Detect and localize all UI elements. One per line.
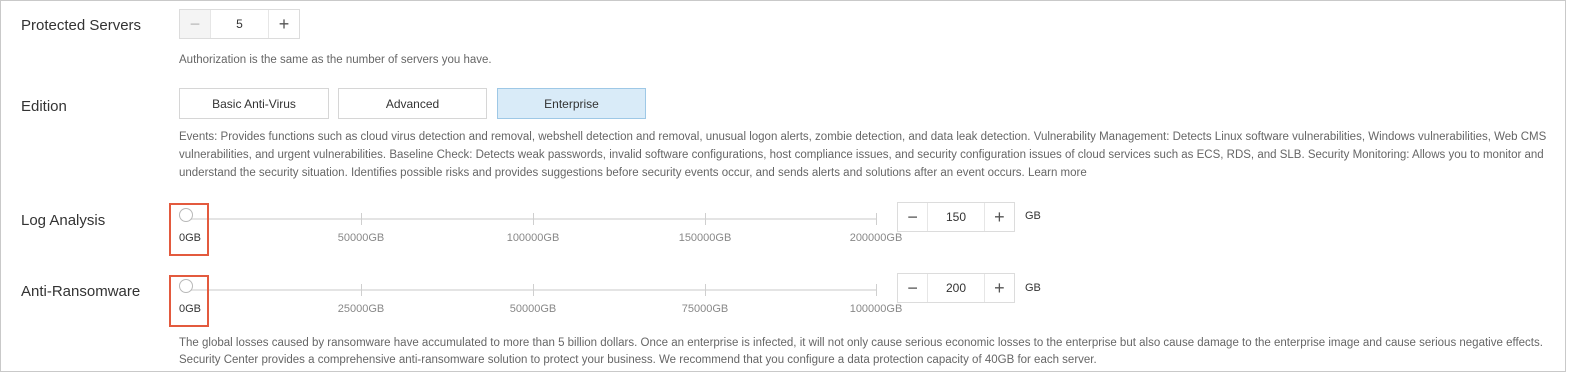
- log-analysis-unit: GB: [1025, 210, 1041, 222]
- anti-ransomware-label: Anti-Ransomware: [21, 283, 141, 300]
- log-analysis-input[interactable]: 150: [927, 203, 985, 231]
- slider-tick: [876, 284, 877, 296]
- tick-label: 50000GB: [337, 232, 385, 244]
- log-analysis-slider[interactable]: 0GB 50000GB 100000GB 150000GB 200000GB: [179, 204, 902, 250]
- decrement-button[interactable]: −: [180, 10, 210, 38]
- anti-ransomware-help-line-1: The global losses caused by ransomware h…: [179, 337, 1543, 349]
- decrement-button[interactable]: −: [898, 203, 927, 231]
- edition-help-line-2: vulnerabilities, and urgent vulnerabilit…: [179, 149, 1544, 161]
- tick-label: 100000GB: [506, 232, 560, 244]
- tick-label: 50000GB: [509, 303, 557, 315]
- slider-tick: [361, 284, 362, 296]
- increment-button[interactable]: +: [269, 10, 299, 38]
- decrement-button[interactable]: −: [898, 274, 927, 302]
- edition-label: Edition: [21, 98, 67, 115]
- edition-option-basic-anti-virus[interactable]: Basic Anti-Virus: [179, 88, 329, 119]
- protected-servers-input[interactable]: 5: [210, 10, 269, 38]
- tick-label: 150000GB: [678, 232, 732, 244]
- edition-help-line-1: Events: Provides functions such as cloud…: [179, 131, 1547, 143]
- slider-tick: [533, 213, 534, 225]
- edition-help-text: understand the security situation. Ident…: [179, 167, 1025, 179]
- anti-ransomware-input[interactable]: 200: [927, 274, 985, 302]
- protected-servers-help: Authorization is the same as the number …: [179, 54, 492, 66]
- purchase-config-panel: Protected Servers − 5 + Authorization is…: [0, 0, 1566, 372]
- increment-button[interactable]: +: [985, 274, 1014, 302]
- slider-tick: [705, 284, 706, 296]
- anti-ransomware-unit: GB: [1025, 282, 1041, 294]
- protected-servers-label: Protected Servers: [21, 17, 142, 34]
- learn-more-link[interactable]: Learn more: [1028, 167, 1087, 179]
- anti-ransomware-slider[interactable]: 0GB 25000GB 50000GB 75000GB 100000GB: [179, 275, 902, 321]
- highlight-box: [169, 203, 209, 256]
- edition-option-advanced[interactable]: Advanced: [338, 88, 487, 119]
- log-analysis-stepper: − 150 +: [897, 202, 1015, 232]
- anti-ransomware-stepper: − 200 +: [897, 273, 1015, 303]
- tick-label: 25000GB: [337, 303, 385, 315]
- slider-tick: [705, 213, 706, 225]
- protected-servers-stepper: − 5 +: [179, 9, 300, 39]
- increment-button[interactable]: +: [985, 203, 1014, 231]
- highlight-box: [169, 275, 209, 327]
- tick-label: 100000GB: [849, 303, 903, 315]
- tick-label: 75000GB: [681, 303, 729, 315]
- log-analysis-label: Log Analysis: [21, 212, 106, 229]
- tick-label: 200000GB: [849, 232, 903, 244]
- slider-tick: [361, 213, 362, 225]
- slider-tick: [876, 213, 877, 225]
- anti-ransomware-help-line-2: Security Center provides a comprehensive…: [179, 354, 1097, 366]
- edition-option-enterprise[interactable]: Enterprise: [497, 88, 646, 119]
- edition-help-line-3: understand the security situation. Ident…: [179, 165, 1087, 182]
- slider-tick: [533, 284, 534, 296]
